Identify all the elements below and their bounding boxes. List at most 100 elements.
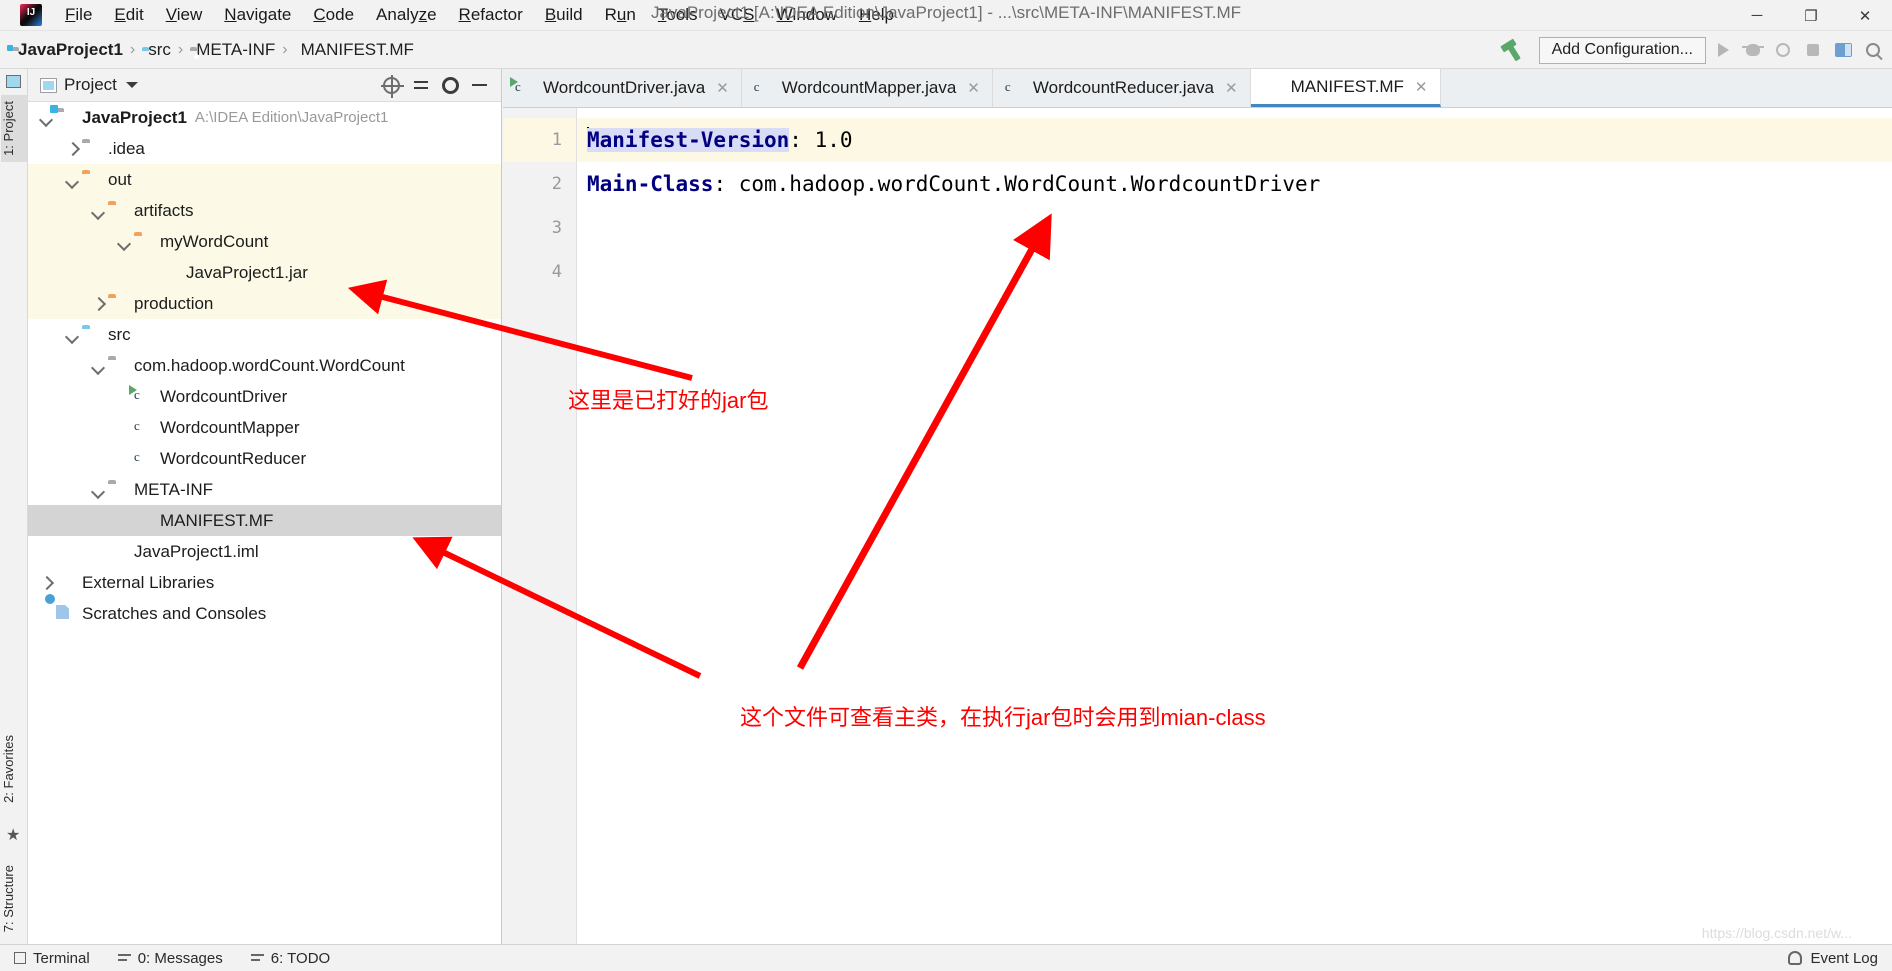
status-item-label: Terminal bbox=[33, 949, 90, 967]
menu-view[interactable]: View bbox=[155, 1, 214, 29]
code-line[interactable] bbox=[577, 206, 1892, 250]
menu-refactor[interactable]: Refactor bbox=[448, 1, 534, 29]
sidebar-item-project[interactable]: 1: Project bbox=[1, 95, 27, 162]
hide-panel-icon[interactable] bbox=[472, 84, 487, 86]
menu-navigate[interactable]: Navigate bbox=[213, 1, 302, 29]
chevron-down-icon[interactable] bbox=[90, 203, 106, 219]
source-folder-icon bbox=[82, 326, 101, 343]
libraries-icon bbox=[56, 574, 75, 591]
menu-help[interactable]: Help bbox=[848, 1, 905, 29]
editor-tab-wordcountreducer-java[interactable]: WordcountReducer.java ✕ bbox=[992, 69, 1251, 107]
menu-edit[interactable]: Edit bbox=[103, 1, 154, 29]
menu-analyze[interactable]: Analyze bbox=[365, 1, 448, 29]
line-number: 2 bbox=[551, 174, 562, 194]
chevron-right-icon[interactable] bbox=[38, 575, 54, 591]
menu-vcs[interactable]: VCS bbox=[709, 1, 766, 29]
breadcrumb-item-manifest[interactable]: MANIFEST.MF bbox=[295, 40, 414, 60]
add-configuration-button[interactable]: Add Configuration... bbox=[1538, 36, 1706, 64]
tree-node-com-hadoop-wordcount-wordcount[interactable]: com.hadoop.wordCount.WordCount bbox=[28, 350, 501, 381]
collapse-all-icon[interactable] bbox=[413, 77, 429, 93]
code-editor[interactable]: 1234 Manifest-Version: 1.0 Main-Class: co… bbox=[503, 108, 1892, 944]
bell-icon[interactable] bbox=[1788, 951, 1803, 965]
tree-node-production[interactable]: production bbox=[28, 288, 501, 319]
sidebar-item-favorites[interactable]: 2: Favorites bbox=[1, 729, 27, 809]
layout-icon[interactable] bbox=[1830, 37, 1856, 63]
status-item-todo[interactable]: 6: TODO bbox=[237, 950, 344, 967]
editor-tab-bar: WordcountDriver.java ✕ WordcountMapper.jav… bbox=[503, 69, 1892, 108]
status-bar-right: Event Log bbox=[1788, 950, 1892, 967]
tree-node-out[interactable]: out bbox=[28, 164, 501, 195]
intellij-idea-logo-icon bbox=[20, 4, 42, 26]
chevron-down-icon[interactable] bbox=[90, 482, 106, 498]
chevron-down-icon[interactable] bbox=[64, 172, 80, 188]
chevron-right-icon[interactable] bbox=[64, 141, 80, 157]
tree-node-artifacts[interactable]: artifacts bbox=[28, 195, 501, 226]
close-icon[interactable]: ✕ bbox=[967, 79, 980, 97]
code-line[interactable] bbox=[577, 250, 1892, 294]
run-with-coverage-icon[interactable] bbox=[1770, 37, 1796, 63]
tree-node-meta-inf[interactable]: META-INF bbox=[28, 474, 501, 505]
tree-node-src[interactable]: src bbox=[28, 319, 501, 350]
editor-tab-wordcountmapper-java[interactable]: WordcountMapper.java ✕ bbox=[741, 69, 993, 107]
code-line[interactable]: Manifest-Version: 1.0 bbox=[577, 118, 1892, 162]
tree-node-label: artifacts bbox=[134, 200, 194, 220]
tree-node-label: production bbox=[134, 293, 214, 313]
manifest-separator: : bbox=[713, 172, 739, 196]
breadcrumb-label: src bbox=[148, 39, 171, 59]
sidebar-item-structure[interactable]: 7: Structure bbox=[1, 859, 27, 938]
settings-gear-icon[interactable] bbox=[442, 76, 459, 94]
close-icon[interactable]: ✕ bbox=[1415, 78, 1428, 96]
menu-build[interactable]: Build bbox=[534, 1, 594, 29]
status-item-terminal[interactable]: Terminal bbox=[0, 950, 104, 967]
tree-node-javaproject1[interactable]: JavaProject1 A:\IDEA Edition\JavaProject1 bbox=[28, 102, 501, 133]
tree-node-external-libraries[interactable]: External Libraries bbox=[28, 567, 501, 598]
code-content[interactable]: Manifest-Version: 1.0 Main-Class: com.had… bbox=[577, 108, 1892, 944]
close-icon[interactable]: ✕ bbox=[1225, 79, 1238, 97]
menu-file[interactable]: File bbox=[54, 1, 103, 29]
search-everywhere-icon[interactable] bbox=[1860, 37, 1886, 63]
tree-node-javaproject1-iml[interactable]: JavaProject1.iml bbox=[28, 536, 501, 567]
tree-node-mywordcount[interactable]: myWordCount bbox=[28, 226, 501, 257]
watermark-text: https://blog.csdn.net/w... bbox=[1701, 925, 1852, 941]
breadcrumb-item-src[interactable]: src bbox=[142, 40, 171, 60]
tree-node-wordcountmapper[interactable]: WordcountMapper bbox=[28, 412, 501, 443]
stop-icon[interactable] bbox=[1800, 37, 1826, 63]
hammer-icon[interactable] bbox=[1499, 37, 1525, 63]
status-item-label: 6: TODO bbox=[270, 949, 331, 967]
chevron-down-icon[interactable] bbox=[116, 234, 132, 250]
tree-node-scratches-and-consoles[interactable]: Scratches and Consoles bbox=[28, 598, 501, 629]
breadcrumb-item-project[interactable]: JavaProject1 bbox=[12, 40, 123, 60]
chevron-down-icon[interactable] bbox=[125, 82, 138, 88]
chevron-down-icon[interactable] bbox=[64, 327, 80, 343]
event-log-button[interactable]: Event Log bbox=[1810, 950, 1878, 967]
code-line[interactable]: Main-Class: com.hadoop.wordCount.WordCou… bbox=[577, 162, 1892, 206]
select-opened-file-icon[interactable] bbox=[381, 74, 404, 98]
tree-node-label: JavaProject1 bbox=[82, 107, 187, 127]
tree-node-manifest-mf[interactable]: MF MANIFEST.MF bbox=[28, 505, 501, 536]
close-icon[interactable]: ✕ bbox=[716, 79, 729, 97]
run-icon[interactable] bbox=[1710, 37, 1736, 63]
line-number: 1 bbox=[503, 118, 576, 162]
menu-code[interactable]: Code bbox=[302, 1, 365, 29]
maximize-button[interactable]: ❐ bbox=[1784, 0, 1838, 31]
tree-node-idea[interactable]: .idea bbox=[28, 133, 501, 164]
tree-node-wordcountreducer[interactable]: WordcountReducer bbox=[28, 443, 501, 474]
menu-run[interactable]: Run bbox=[594, 1, 647, 29]
menu-tools[interactable]: Tools bbox=[647, 1, 709, 29]
close-button[interactable]: ✕ bbox=[1838, 0, 1892, 31]
menu-window[interactable]: Window bbox=[766, 1, 848, 29]
status-item-messages[interactable]: 0: Messages bbox=[104, 950, 237, 967]
tree-node-javaproject1-jar[interactable]: JavaProject1.jar bbox=[28, 257, 501, 288]
editor-tab-wordcountdriver-java[interactable]: WordcountDriver.java ✕ bbox=[503, 69, 742, 107]
tree-node-wordcountdriver[interactable]: WordcountDriver bbox=[28, 381, 501, 412]
minimize-button[interactable]: ─ bbox=[1730, 0, 1784, 31]
breadcrumb-label: META-INF bbox=[196, 39, 276, 59]
chevron-right-icon[interactable] bbox=[90, 296, 106, 312]
package-folder-icon bbox=[108, 481, 127, 498]
breadcrumb-item-meta-inf[interactable]: META-INF bbox=[190, 40, 275, 60]
chevron-down-icon[interactable] bbox=[90, 358, 106, 374]
editor-tab-manifest-mf[interactable]: MF MANIFEST.MF ✕ bbox=[1250, 69, 1441, 107]
debug-icon[interactable] bbox=[1740, 37, 1766, 63]
